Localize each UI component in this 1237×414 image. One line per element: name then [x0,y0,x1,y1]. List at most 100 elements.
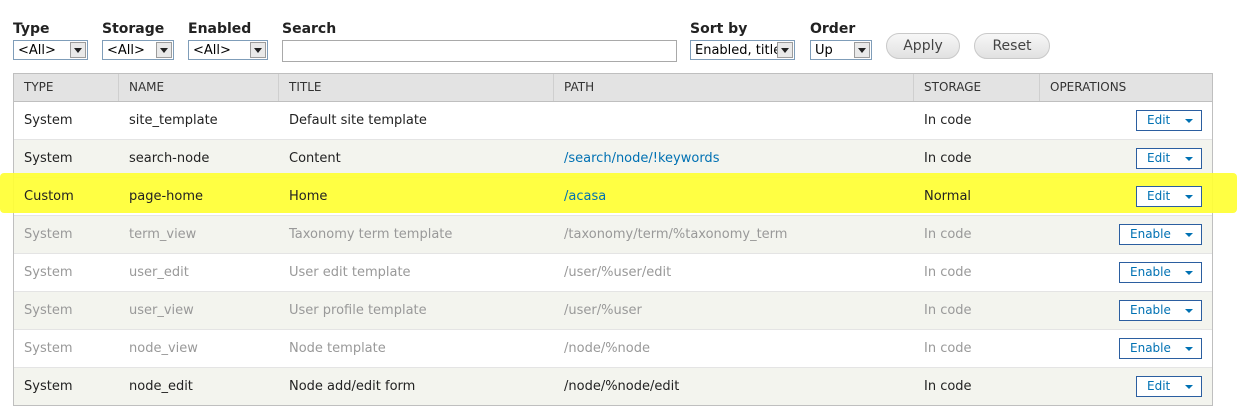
caret-down-icon[interactable] [1185,271,1193,275]
order-select[interactable]: Up [810,40,872,60]
header-title[interactable]: TITLE [279,74,554,101]
edit-button[interactable]: Edit [1136,186,1202,207]
path-link[interactable]: /taxonomy/term/%taxonomy_term [564,227,787,242]
cell-type: System [24,303,73,318]
enabled-select-value: <All> [193,43,231,58]
cell-path: /search/node/!keywords [554,140,914,177]
cell-type: System [24,113,73,128]
cell-title: Node add/edit form [289,379,416,394]
path-link[interactable]: /user/%user/edit [564,265,671,280]
sort-by-filter: Sort by Enabled, title [690,20,795,60]
edit-button[interactable]: Edit [1136,110,1202,131]
cell-title: User profile template [289,303,427,318]
header-name[interactable]: NAME [119,74,279,101]
cell-name: site_template [129,113,218,128]
storage-select[interactable]: <All> [102,40,174,60]
chevron-down-icon[interactable] [70,42,86,58]
cell-type: Custom [24,189,74,204]
path-link[interactable]: /search/node/!keywords [564,151,719,166]
caret-down-icon[interactable] [1185,233,1193,237]
cell-type: System [24,379,73,394]
search-filter-label: Search [282,21,337,37]
caret-down-icon[interactable] [1185,157,1193,161]
edit-button[interactable]: Edit [1136,376,1202,397]
cell-title: Content [289,151,341,166]
storage-filter: Storage <All> [102,20,174,60]
sort-by-label: Sort by [690,21,748,37]
caret-down-icon[interactable] [1185,309,1193,313]
cell-name: node_edit [129,379,193,394]
cell-type: System [24,341,73,356]
enabled-select[interactable]: <All> [188,40,268,60]
path-link[interactable]: /node/%node [564,341,650,356]
caret-down-icon[interactable] [1185,347,1193,351]
enable-button[interactable]: Enable [1119,224,1202,245]
cell-path: /taxonomy/term/%taxonomy_term [554,216,914,253]
cell-name: search-node [129,151,210,166]
cell-path: /node/%node/edit [554,368,914,405]
op-label: Edit [1147,151,1171,165]
enable-button[interactable]: Enable [1119,338,1202,359]
type-filter: Type <All> [13,20,88,60]
chevron-down-icon[interactable] [854,42,870,58]
op-label: Edit [1147,189,1171,203]
table-row: System user_edit User edit template /use… [14,254,1212,292]
table-row: System node_edit Node add/edit form /nod… [14,368,1212,405]
header-operations: OPERATIONS [1050,80,1127,94]
apply-button[interactable]: Apply [886,33,960,59]
cell-type: System [24,227,73,242]
op-label: Enable [1130,265,1171,279]
reset-button[interactable]: Reset [974,33,1050,59]
cell-storage: In code [924,341,972,356]
chevron-down-icon[interactable] [156,42,172,58]
cell-type: System [24,265,73,280]
cell-name: page-home [129,189,204,204]
op-label: Enable [1130,227,1171,241]
storage-filter-label: Storage [102,21,165,37]
chevron-down-icon[interactable] [777,42,793,58]
type-filter-label: Type [13,21,50,37]
cell-path: /acasa [554,178,914,215]
path-link[interactable]: /acasa [564,189,606,204]
enable-button[interactable]: Enable [1119,300,1202,321]
type-select[interactable]: <All> [13,40,88,60]
edit-button[interactable]: Edit [1136,148,1202,169]
cell-type: System [24,151,73,166]
chevron-down-icon[interactable] [250,42,266,58]
sort-by-select[interactable]: Enabled, title [690,40,795,60]
caret-down-icon[interactable] [1185,385,1193,389]
header-path[interactable]: PATH [554,74,914,101]
cell-storage: In code [924,227,972,242]
enabled-filter: Enabled <All> [188,20,268,60]
cell-title: Home [289,189,328,204]
enabled-filter-label: Enabled [188,21,252,37]
cell-storage: In code [924,113,972,128]
table-row: Custom page-home Home /acasa Normal Edit [14,178,1212,216]
table-row: System node_view Node template /node/%no… [14,330,1212,368]
table-row: System search-node Content /search/node/… [14,140,1212,178]
cell-path: /user/%user/edit [554,254,914,291]
header-storage[interactable]: STORAGE [914,74,1040,101]
cell-title: Default site template [289,113,427,128]
cell-name: node_view [129,341,198,356]
cell-storage: In code [924,379,972,394]
cell-title: User edit template [289,265,411,280]
search-input[interactable] [282,40,677,62]
table-row: System user_view User profile template /… [14,292,1212,330]
op-label: Enable [1130,341,1171,355]
path-link[interactable]: /user/%user [564,303,642,318]
pages-table: TYPE NAME TITLE PATH STORAGE OPERATIONS … [13,73,1213,406]
caret-down-icon[interactable] [1185,119,1193,123]
enable-button[interactable]: Enable [1119,262,1202,283]
table-body: System site_template Default site templa… [14,102,1212,405]
table-header: TYPE NAME TITLE PATH STORAGE OPERATIONS [14,74,1212,102]
header-type[interactable]: TYPE [14,74,119,101]
cell-storage: In code [924,303,972,318]
path-link[interactable]: /node/%node/edit [564,379,679,394]
op-label: Edit [1147,379,1171,393]
cell-name: user_view [129,303,194,318]
op-label: Edit [1147,113,1171,127]
cell-name: term_view [129,227,197,242]
cell-title: Node template [289,341,386,356]
caret-down-icon[interactable] [1185,195,1193,199]
